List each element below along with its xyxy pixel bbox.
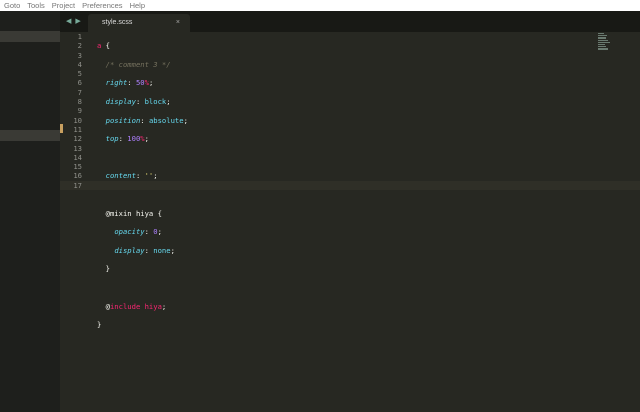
close-icon[interactable]: × (176, 14, 180, 32)
line-number: 1 (77, 32, 82, 41)
code-line: @include hiya; (105, 301, 167, 311)
value: 100 (127, 134, 141, 144)
code-line: right: 50%; (105, 78, 154, 88)
line-number: 2 (77, 41, 82, 51)
menu-project[interactable]: Project (52, 0, 75, 11)
code-line: opacity: 0; (114, 227, 162, 237)
property: position (105, 115, 141, 125)
minimap[interactable] (598, 33, 612, 53)
value: 0 (153, 227, 158, 237)
value: block (144, 97, 167, 107)
code-line: } (97, 320, 188, 329)
code-line: @mixin hiya { (97, 209, 188, 218)
brace: { (101, 41, 110, 51)
line-number: 16 (73, 171, 82, 181)
line-number: 17 (73, 180, 82, 190)
brace: } (105, 264, 110, 274)
line-number: 9 (77, 106, 82, 116)
line-number: 6 (77, 78, 82, 88)
sidebar-item[interactable] (0, 31, 60, 42)
value: absolute (148, 115, 184, 125)
code-line: display: block; (105, 97, 171, 107)
tab-bar: ◀ ▶ style.scss × (60, 11, 640, 32)
include-keyword: include (109, 301, 141, 311)
line-number: 3 (77, 50, 82, 60)
code-line: } (97, 264, 188, 273)
code-line: top: 100%; (105, 134, 149, 144)
value: '' (144, 171, 154, 181)
unit: % (140, 134, 145, 144)
code-editor[interactable]: a { /* comment 3 */ right: 50%; display:… (97, 32, 188, 357)
property: content (105, 171, 136, 181)
sidebar-item[interactable] (0, 130, 60, 141)
tab-title: style.scss (102, 19, 133, 26)
line-number: 12 (73, 134, 82, 144)
tab-nav-arrows-icon[interactable]: ◀ ▶ (66, 17, 82, 25)
line-gutter: 1 2 3 4 5 6 7 8 9 10 11 12 13 14 15 16 1… (60, 32, 90, 190)
code-line: /* comment 3 */ (97, 60, 188, 69)
line-number: 11 (73, 124, 82, 134)
property: top (105, 134, 119, 144)
line-number: 14 (73, 152, 82, 162)
line-number: 13 (73, 143, 82, 153)
property: display (105, 97, 136, 107)
line-number: 4 (77, 59, 82, 69)
tab-style-scss[interactable]: style.scss × (88, 14, 190, 32)
comment: /* comment 3 */ (105, 59, 171, 69)
unit: % (144, 78, 149, 88)
menu-bar: Goto Tools Project Preferences Help (0, 0, 640, 11)
code-line: position: absolute; (105, 115, 188, 125)
brace: } (97, 320, 102, 330)
menu-help[interactable]: Help (130, 0, 145, 11)
code-line: content: ''; (105, 171, 158, 181)
line-number: 7 (77, 87, 82, 97)
menu-preferences[interactable]: Preferences (82, 0, 122, 11)
code-line: a { (97, 41, 188, 50)
mixin-declaration: @mixin hiya { (105, 208, 162, 218)
sidebar (0, 11, 60, 412)
menu-tools[interactable]: Tools (27, 0, 45, 11)
property: right (105, 78, 128, 88)
line-number: 8 (77, 97, 82, 107)
property: display (114, 245, 145, 255)
line-number: 15 (73, 162, 82, 172)
menu-goto[interactable]: Goto (4, 0, 20, 11)
value: none (153, 245, 171, 255)
mixin-name: hiya (144, 301, 162, 311)
line-number: 5 (77, 69, 82, 79)
code-line: display: none; (114, 245, 175, 255)
value: 50 (135, 78, 145, 88)
line-number: 10 (73, 115, 82, 125)
property: opacity (114, 227, 145, 237)
